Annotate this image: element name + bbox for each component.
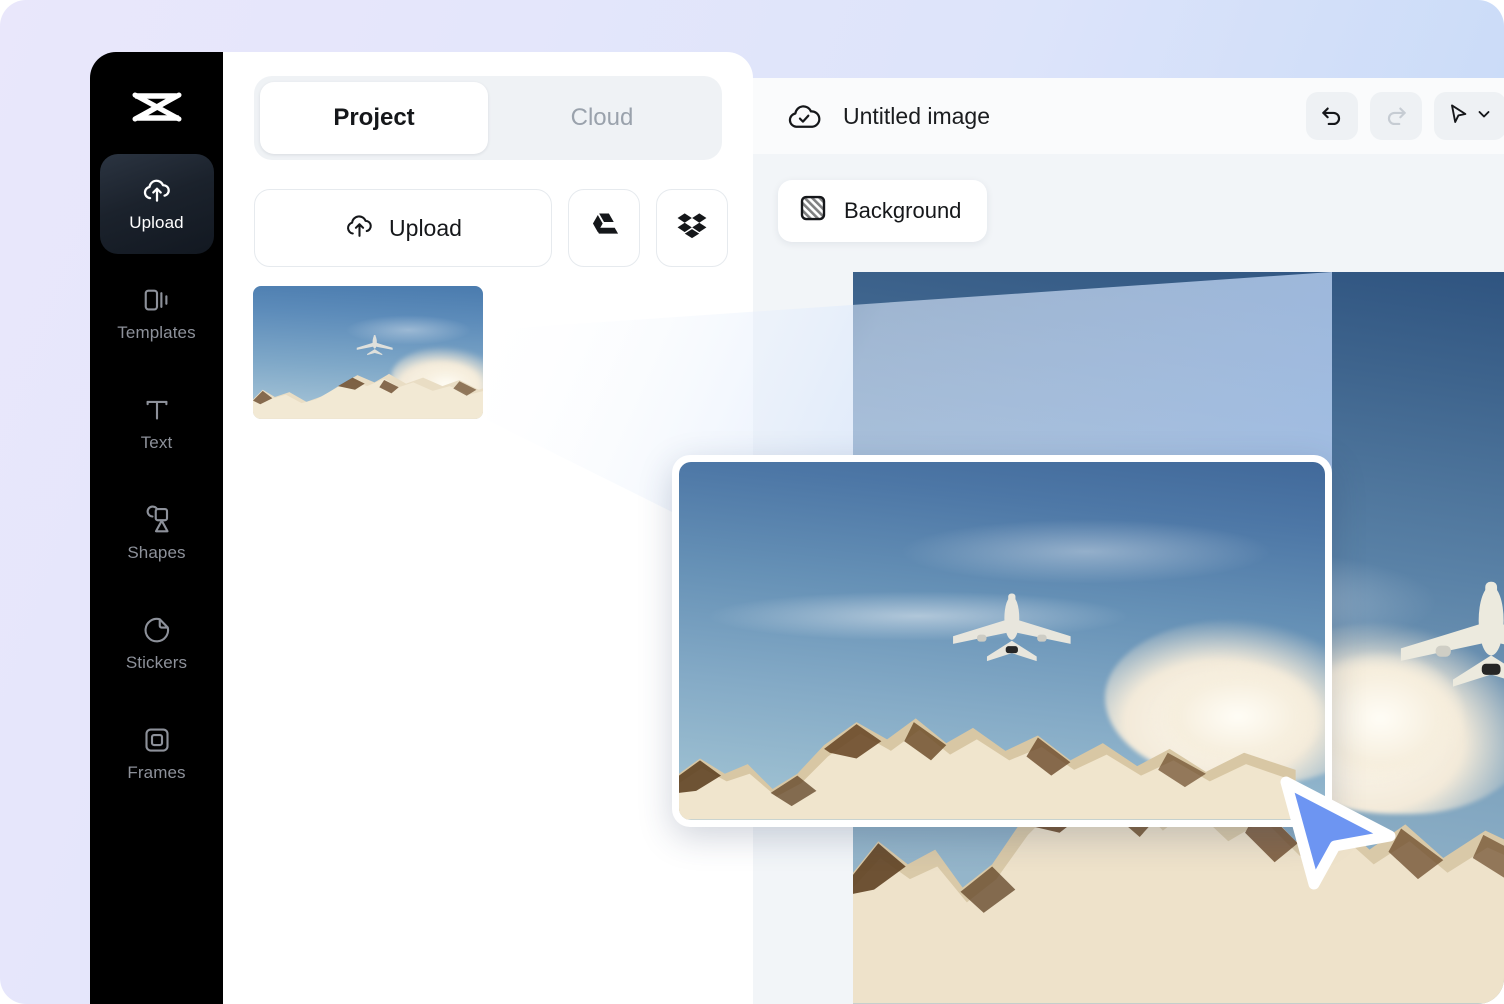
google-drive-icon (589, 212, 619, 244)
sidebar-item-templates[interactable]: Templates (100, 264, 214, 364)
capcut-logo-icon[interactable] (129, 82, 185, 138)
sidebar-item-label: Stickers (125, 653, 188, 672)
uploaded-asset-thumbnail[interactable] (253, 286, 483, 419)
google-drive-button[interactable] (568, 189, 640, 267)
sidebar-item-shapes[interactable]: Shapes (100, 484, 214, 584)
undo-button[interactable] (1306, 92, 1358, 140)
cursor-arrow-icon (1446, 102, 1470, 131)
sidebar-item-label: Shapes (127, 543, 186, 562)
topbar-actions (1306, 92, 1504, 140)
text-icon (142, 395, 172, 425)
sidebar-item-label: Templates (117, 323, 196, 342)
shapes-icon (142, 505, 172, 535)
sidebar-item-text[interactable]: Text (100, 374, 214, 474)
select-tool-button[interactable] (1434, 92, 1504, 140)
background-button-label: Background (844, 198, 962, 223)
sidebar-item-frames[interactable]: Frames (100, 704, 214, 804)
undo-icon (1319, 101, 1345, 132)
left-icon-rail: Upload Templates Text Shapes Stickers Fr… (90, 52, 223, 1004)
dropbox-icon (677, 212, 707, 244)
upload-button[interactable]: Upload (254, 189, 552, 267)
editor-topbar: Untitled image (753, 78, 1504, 154)
background-button[interactable]: Background (778, 180, 988, 242)
cloud-upload-icon (142, 175, 172, 205)
tab-cloud[interactable]: Cloud (488, 82, 716, 154)
sidebar-item-label: Upload (129, 213, 184, 232)
document-title[interactable]: Untitled image (843, 103, 990, 130)
sticker-icon (142, 615, 172, 645)
redo-button[interactable] (1370, 92, 1422, 140)
dropbox-button[interactable] (656, 189, 728, 267)
sidebar-item-stickers[interactable]: Stickers (100, 594, 214, 694)
cloud-check-icon (787, 101, 821, 131)
thumbnail-photo (253, 286, 483, 419)
sidebar-item-label: Text (140, 433, 173, 452)
sidebar-item-upload[interactable]: Upload (99, 154, 214, 254)
upload-button-label: Upload (389, 214, 462, 241)
cloud-upload-icon (344, 210, 375, 247)
redo-icon (1383, 101, 1409, 132)
drag-preview-image (679, 462, 1325, 820)
app-root: Upload Templates Text Shapes Stickers Fr… (0, 0, 1504, 1004)
upload-sources-row: Upload (254, 189, 728, 267)
drag-preview-card[interactable] (672, 455, 1332, 827)
chevron-down-icon (1476, 106, 1492, 127)
sidebar-item-label: Frames (127, 763, 186, 782)
drag-preview-photo (679, 462, 1325, 820)
templates-icon (142, 285, 172, 315)
checkered-square-icon (798, 193, 828, 229)
tab-project[interactable]: Project (260, 82, 488, 154)
frames-icon (142, 725, 172, 755)
panel-tabs: Project Cloud (254, 76, 722, 160)
